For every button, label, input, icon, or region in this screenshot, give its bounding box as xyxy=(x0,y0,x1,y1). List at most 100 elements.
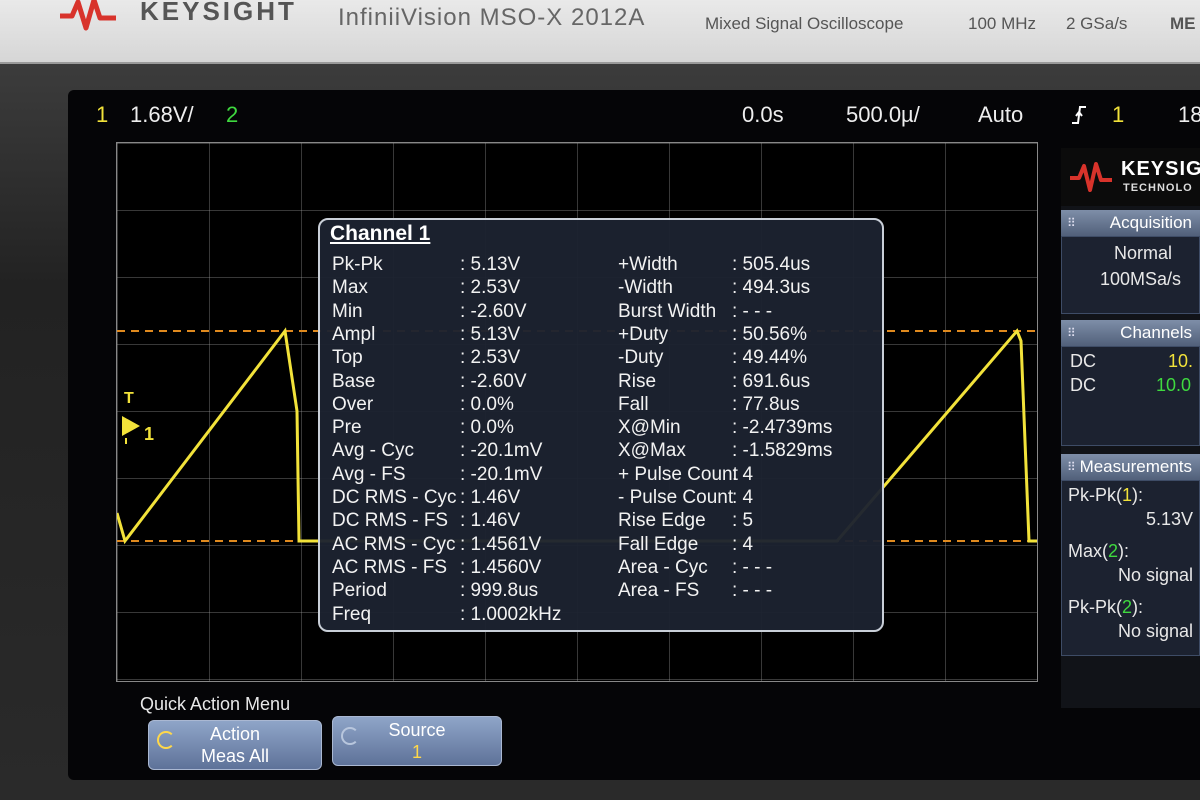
measurement-value: : 1.0002kHz xyxy=(460,603,562,625)
quick-action-title: Quick Action Menu xyxy=(140,694,291,714)
measurement-name: Fall Edge xyxy=(618,533,699,555)
ch1-scale[interactable]: 1.68V/ xyxy=(130,102,194,128)
measurement-value: : -2.60V xyxy=(460,300,527,322)
sidebar-measurement-label: Pk-Pk(1): xyxy=(1068,485,1144,505)
measurement-name: DC RMS - Cyc xyxy=(332,487,457,508)
measurement-value: : 1.4561V xyxy=(460,533,542,555)
acquisition-rate: 100MSa/s xyxy=(1100,269,1182,289)
measurement-name: X@Max xyxy=(618,440,686,462)
measurement-value: : 494.3us xyxy=(732,277,811,299)
time-delay[interactable]: 0.0s xyxy=(742,102,784,128)
measurement-name: Max xyxy=(332,277,368,299)
action-button[interactable]: Action Meas All xyxy=(148,720,322,770)
time-scale[interactable]: 500.0µ/ xyxy=(846,102,920,128)
bandwidth-label: 100 MHz xyxy=(968,14,1037,33)
measurement-name: AC RMS - FS xyxy=(332,556,448,578)
measurement-name: + Pulse Count xyxy=(618,463,738,485)
measurement-name: Rise Edge xyxy=(618,510,706,532)
measurement-value: : - - - xyxy=(732,556,773,578)
measurement-value: : 0.0% xyxy=(460,393,514,415)
measurement-name: Min xyxy=(332,300,363,322)
measurement-name: Pk-Pk xyxy=(332,254,383,275)
measurement-name: -Width xyxy=(618,277,673,299)
ground-icon xyxy=(122,416,140,444)
measurement-name: Ampl xyxy=(332,323,376,345)
ch2-value: 10.0 xyxy=(1156,375,1192,395)
sidebar-measurement-label: Pk-Pk(2): xyxy=(1068,597,1144,617)
ch1-value: 10. xyxy=(1168,351,1194,371)
measurement-name: Avg - Cyc xyxy=(332,440,415,462)
measurement-name: Pre xyxy=(332,417,362,439)
measurement-value: : 505.4us xyxy=(732,254,811,275)
measurement-value: : 1.46V xyxy=(460,487,521,508)
measurement-value: : 5 xyxy=(732,510,754,532)
measurement-value: : 1.46V xyxy=(460,510,521,532)
measurements-panel: Pk-Pk(1): 5.13V Max(2): No signal Pk-Pk(2): N… xyxy=(1061,480,1200,656)
channel1-ground-marker[interactable]: T 1 xyxy=(104,390,154,450)
trigger-source[interactable]: 1 xyxy=(1112,102,1124,128)
model-name: InfiniiVision MSO-X 2012A xyxy=(338,4,646,31)
measurement-name: Area - Cyc xyxy=(618,556,708,578)
keysight-logo-icon xyxy=(1070,162,1112,192)
measurement-name: Avg - FS xyxy=(332,463,406,485)
sidebar-logo: KEYSIG TECHNOLO xyxy=(1061,148,1200,206)
measurement-popup[interactable]: Channel 1 Pk-Pk : 5.13V Max : 2.53V Min : -2.… xyxy=(318,218,884,632)
keysight-logo-icon xyxy=(60,0,116,31)
measurement-value: : 1.4560V xyxy=(460,556,542,578)
measurement-value: : 0.0% xyxy=(460,417,514,439)
cut-label: ME xyxy=(1170,14,1196,33)
status-bar: 1 1.68V/ 2 0.0s 500.0µ/ Auto 1 18 xyxy=(68,90,1200,151)
measurement-value: : 2.53V xyxy=(460,347,521,369)
measurement-name: Base xyxy=(332,370,376,392)
measurement-value: : 999.8us xyxy=(460,580,539,602)
sidebar-measurement-value: No signal xyxy=(1117,565,1193,585)
popup-title: Channel 1 xyxy=(330,222,431,245)
measurement-name: - Pulse Count xyxy=(618,487,734,508)
quick-action-menu: Quick Action Menu Action Meas All Source… xyxy=(68,694,1200,780)
measurement-name: +Duty xyxy=(618,323,669,345)
measurement-value: : -1.5829ms xyxy=(732,440,833,462)
measurement-name: Over xyxy=(332,393,374,415)
measurement-value: : 77.8us xyxy=(732,393,800,415)
measurement-name: Period xyxy=(332,580,387,602)
measurements-header[interactable]: ⠿ Measurements xyxy=(1061,454,1200,480)
measurement-name: Rise xyxy=(618,370,657,392)
measurement-name: Top xyxy=(332,347,363,369)
measurement-name: Area - FS xyxy=(618,580,700,602)
measurement-name: DC RMS - FS xyxy=(332,510,449,532)
ch1-number[interactable]: 1 xyxy=(96,102,108,128)
oscilloscope-screen: 1 1.68V/ 2 0.0s 500.0µ/ Auto 1 18 T 1 Ch… xyxy=(68,90,1200,780)
measurement-value: : - - - xyxy=(732,580,773,602)
measurement-name: Freq xyxy=(332,603,372,625)
sidebar-brand: KEYSIG xyxy=(1121,158,1200,180)
source-button[interactable]: Source 1 xyxy=(332,716,502,766)
rising-edge-icon xyxy=(1072,106,1086,124)
front-panel: KEYSIGHT InfiniiVision MSO-X 2012A Mixed… xyxy=(0,0,1200,64)
ch2-number[interactable]: 2 xyxy=(226,102,238,128)
measurement-name: Burst Width xyxy=(618,300,717,322)
acquisition-panel: Normal 100MSa/s xyxy=(1061,236,1200,314)
measurement-value: : 50.56% xyxy=(732,323,807,345)
acquisition-header[interactable]: ⠿ Acquisition xyxy=(1061,210,1200,236)
channels-panel: DC 10. DC 10.0 xyxy=(1061,346,1200,446)
trigger-level[interactable]: 18 xyxy=(1178,102,1200,128)
measurement-value: : 691.6us xyxy=(732,370,811,392)
measurement-name: Fall xyxy=(618,393,649,415)
ch2-coupling: DC xyxy=(1070,375,1096,395)
sidebar-measurement-value: 5.13V xyxy=(1145,509,1193,529)
measurement-value: : -20.1mV xyxy=(460,440,543,462)
trigger-mode[interactable]: Auto xyxy=(978,102,1023,128)
channels-header[interactable]: ⠿ Channels xyxy=(1061,320,1200,346)
measurement-name: AC RMS - Cyc xyxy=(332,533,456,555)
measurement-value: : 4 xyxy=(732,463,754,485)
measurement-value: : -2.4739ms xyxy=(732,417,833,439)
sidebar-measurement-value: No signal xyxy=(1117,621,1193,641)
measurement-value: : 5.13V xyxy=(460,323,521,345)
measurement-name: -Duty xyxy=(618,347,664,369)
measurement-value: : 2.53V xyxy=(460,277,521,299)
acquisition-mode: Normal xyxy=(1114,243,1173,263)
sample-rate-label: 2 GSa/s xyxy=(1066,14,1128,33)
measurement-value: : 4 xyxy=(732,533,754,555)
measurement-name: +Width xyxy=(618,254,678,275)
measurement-value: : -20.1mV xyxy=(460,463,543,485)
